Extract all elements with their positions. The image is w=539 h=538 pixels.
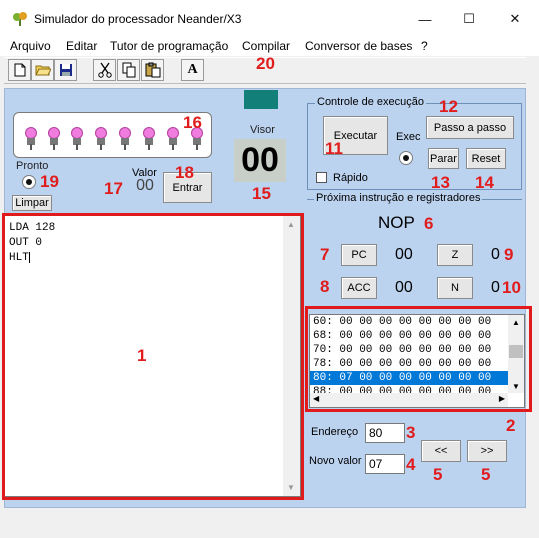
save-icon[interactable]: [54, 59, 77, 81]
z-value: 0: [491, 246, 500, 263]
annotation-20: 20: [256, 54, 275, 73]
valor-display: 00: [136, 177, 154, 194]
acc-button[interactable]: ACC: [341, 277, 377, 299]
pc-button[interactable]: PC: [341, 244, 377, 266]
novo-valor-input[interactable]: 07: [365, 454, 405, 474]
parar-button[interactable]: Parar: [428, 148, 459, 169]
annotation-3: 3: [406, 423, 416, 442]
new-file-icon[interactable]: [8, 59, 31, 81]
annotation-6: 6: [424, 214, 434, 233]
endereco-input[interactable]: 80: [365, 423, 405, 443]
copy-icon[interactable]: [117, 59, 140, 81]
annotation-5b: 5: [481, 465, 491, 484]
led-4: [94, 127, 108, 151]
novo-valor-label: Novo valor: [309, 455, 362, 467]
annotation-5a: 5: [433, 465, 443, 484]
led-3: [118, 127, 132, 151]
window-title: Simulador do processador Neander/X3: [34, 12, 242, 26]
prev-address-button[interactable]: <<: [421, 440, 461, 462]
annotation-4: 4: [406, 455, 416, 474]
pc-value: 00: [395, 246, 413, 263]
annotation-9: 9: [504, 245, 514, 264]
led-6: [47, 127, 61, 151]
visor-label: Visor: [250, 124, 275, 136]
annotation-box-editor: [2, 213, 304, 500]
annotation-box-memory: [305, 306, 532, 412]
status-indicator: [244, 90, 278, 109]
annotation-11: 11: [325, 139, 343, 158]
annotation-14: 14: [475, 173, 494, 192]
annotation-19: 19: [40, 172, 59, 191]
open-folder-icon[interactable]: [31, 59, 54, 81]
pronto-indicator: [22, 175, 36, 189]
led-5: [70, 127, 84, 151]
next-instruction: NOP: [378, 213, 415, 232]
annotation-13: 13: [431, 173, 450, 192]
exec-control-title: Controle de execução: [315, 96, 427, 108]
annotation-10: 10: [502, 278, 521, 297]
reset-button[interactable]: Reset: [466, 148, 506, 169]
maximize-button[interactable]: ☐: [446, 0, 492, 38]
menu-help[interactable]: ?: [421, 39, 428, 53]
next-address-button[interactable]: >>: [467, 440, 507, 462]
annotation-7: 7: [320, 245, 330, 264]
menu-editar[interactable]: Editar: [66, 39, 97, 53]
n-button[interactable]: N: [437, 277, 473, 299]
z-button[interactable]: Z: [437, 244, 473, 266]
annotation-18: 18: [175, 163, 194, 182]
exec-indicator: [399, 151, 413, 165]
n-value: 0: [491, 279, 500, 296]
exec-label: Exec: [396, 131, 421, 143]
annotation-1: 1: [137, 346, 147, 365]
annotation-8: 8: [320, 277, 330, 296]
led-2: [142, 127, 156, 151]
acc-value: 00: [395, 279, 413, 296]
paste-icon[interactable]: [141, 59, 164, 81]
limpar-button[interactable]: Limpar: [12, 195, 52, 211]
cut-icon[interactable]: [93, 59, 116, 81]
visor-display: 00: [234, 139, 286, 182]
font-icon[interactable]: A: [181, 59, 204, 81]
status-bar: [4, 512, 526, 534]
annotation-12: 12: [439, 97, 458, 116]
minimize-button[interactable]: —: [402, 0, 448, 38]
endereco-label: Endereço: [311, 426, 359, 438]
menu-tutor[interactable]: Tutor de programação: [110, 39, 228, 53]
menu-conversor[interactable]: Conversor de bases: [305, 39, 412, 53]
led-1: [166, 127, 180, 151]
menu-compilar[interactable]: Compilar: [242, 39, 290, 53]
annotation-2: 2: [506, 416, 516, 435]
close-button[interactable]: ✕: [492, 0, 538, 38]
led-7: [24, 127, 38, 151]
annotation-16: 16: [183, 113, 202, 132]
annotation-17: 17: [104, 179, 123, 198]
registers-title: Próxima instrução e registradores: [314, 192, 483, 204]
rapido-checkbox[interactable]: [316, 172, 327, 183]
rapido-label: Rápido: [333, 172, 368, 184]
pronto-label: Pronto: [16, 160, 49, 172]
menu-arquivo[interactable]: Arquivo: [10, 39, 51, 53]
annotation-15: 15: [252, 184, 271, 203]
passo-a-passo-button[interactable]: Passo a passo: [426, 116, 514, 139]
app-icon: [12, 11, 28, 27]
